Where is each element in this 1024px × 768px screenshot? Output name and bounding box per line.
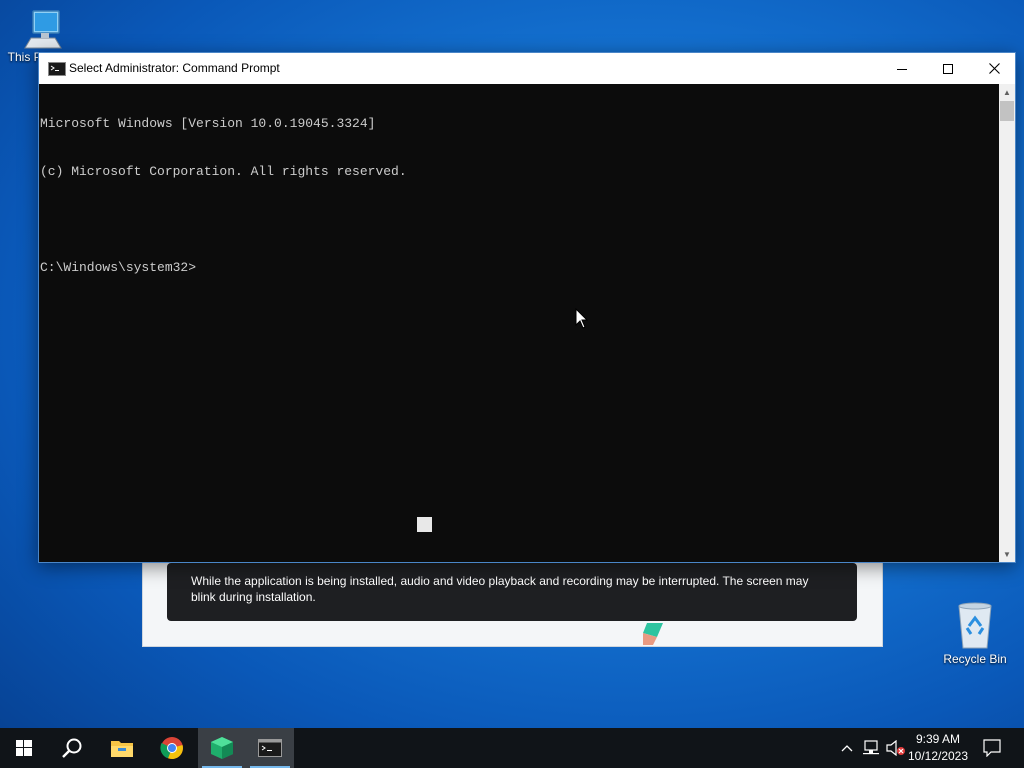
recycle-bin-icon (958, 602, 992, 649)
chrome-icon (160, 737, 183, 760)
console-output[interactable]: Microsoft Windows [Version 10.0.19045.33… (39, 84, 1001, 562)
scroll-up-arrow-icon[interactable]: ▲ (999, 84, 1015, 100)
console-cursor (417, 517, 432, 532)
maximize-button[interactable] (925, 53, 971, 84)
action-center-button[interactable] (980, 728, 1004, 768)
installer-illustration (643, 623, 663, 645)
window-title: Select Administrator: Command Prompt (69, 61, 280, 75)
vertical-scrollbar[interactable]: ▲ ▼ (999, 84, 1015, 562)
command-prompt-icon (258, 739, 282, 757)
system-clock[interactable]: 9:39 AM 10/12/2023 (902, 731, 974, 765)
console-prompt-line: C:\Windows\system32> (40, 260, 197, 275)
network-button[interactable] (860, 728, 882, 768)
chevron-up-icon (841, 745, 853, 752)
scroll-down-arrow-icon[interactable]: ▼ (999, 546, 1015, 562)
scrollbar-thumb[interactable] (1000, 101, 1014, 121)
search-icon (62, 738, 82, 758)
console-line: (c) Microsoft Corporation. All rights re… (40, 164, 407, 179)
command-prompt-icon (48, 62, 66, 76)
search-button[interactable] (48, 728, 96, 768)
taskbar-command-prompt[interactable] (246, 728, 294, 768)
close-icon (988, 63, 1000, 74)
command-prompt-window[interactable]: Select Administrator: Command Prompt Mic… (38, 52, 1016, 563)
close-button[interactable] (971, 53, 1017, 84)
desktop-icon-label: Recycle Bin (943, 652, 1007, 666)
start-icon (16, 740, 32, 756)
title-bar[interactable]: Select Administrator: Command Prompt (39, 53, 1015, 84)
minimize-icon (897, 68, 907, 70)
installer-notice: While the application is being installed… (167, 563, 857, 621)
taskbar-chrome[interactable] (148, 728, 196, 768)
clock-time: 9:39 AM (915, 732, 961, 746)
taskbar: 9:39 AM 10/12/2023 (0, 728, 1024, 768)
show-hidden-icons-button[interactable] (838, 728, 856, 768)
computer-icon (24, 10, 62, 49)
installer-app-icon (211, 737, 233, 759)
taskbar-file-explorer[interactable] (98, 728, 146, 768)
console-line: Microsoft Windows [Version 10.0.19045.33… (40, 116, 376, 131)
mouse-pointer-icon (575, 308, 589, 329)
file-explorer-icon (111, 741, 133, 757)
start-button[interactable] (0, 728, 48, 768)
network-icon (863, 740, 879, 755)
notification-icon (983, 739, 1001, 757)
taskbar-installer-app[interactable] (198, 728, 246, 768)
minimize-button[interactable] (879, 53, 925, 84)
desktop-icon-recycle-bin[interactable]: Recycle Bin (940, 600, 1010, 666)
clock-date: 10/12/2023 (907, 749, 969, 763)
maximize-icon (943, 63, 953, 74)
